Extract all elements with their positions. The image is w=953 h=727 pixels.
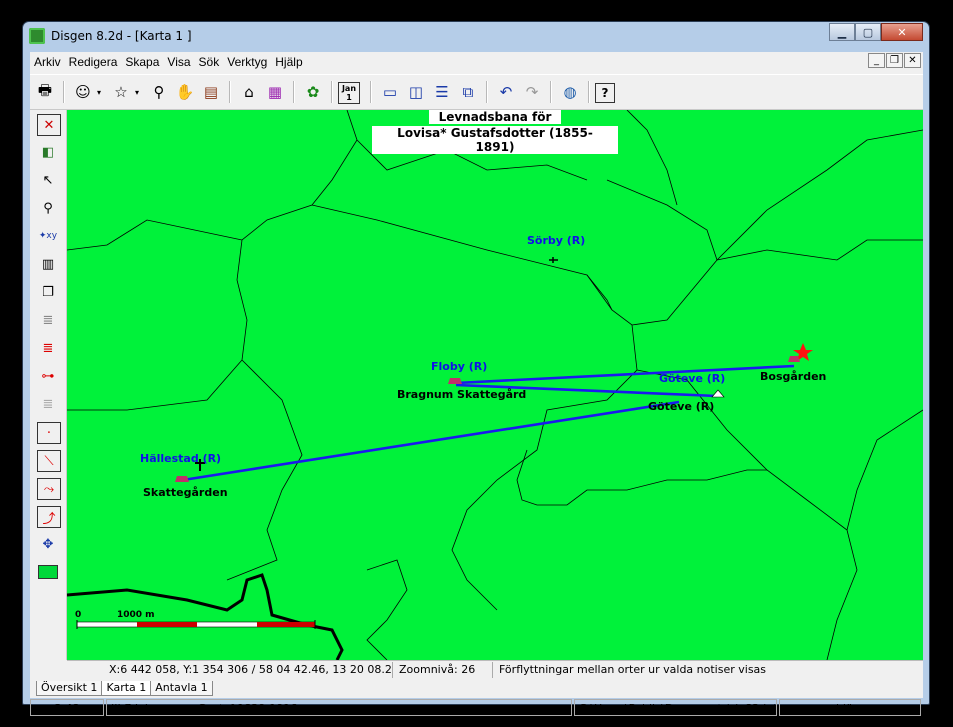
route-icon[interactable]: ⤳: [37, 478, 61, 500]
maximize-button[interactable]: ▢: [855, 23, 881, 41]
window-tabs: Översikt 1 Karta 1 Antavla 1: [30, 680, 923, 696]
ruler-icon[interactable]: ▥: [37, 254, 59, 274]
status-current-person: III:7 Johansson, Gustaf 1829-1916: [106, 699, 572, 716]
place-label-skattegarden[interactable]: Skattegården: [143, 486, 228, 499]
toolbar: 🖶 ☺ ▾ ☆ ▾ ⚲ ✋ ▤ ⌂ ▦ ✿ Jan 1 ▭ ◫ ☰ ⧉ ↶ ↷ ◍: [30, 74, 923, 110]
place-label-sorby[interactable]: Sörby (R): [527, 234, 585, 247]
star-person-icon[interactable]: ☆: [108, 80, 134, 104]
pointer-icon[interactable]: ↖: [37, 170, 59, 190]
close-map-icon[interactable]: ✕: [37, 114, 61, 136]
place-label-bragnum[interactable]: Bragnum Skattegård: [397, 388, 526, 401]
redo-icon[interactable]: ↷: [519, 80, 545, 104]
status-user: björn: [779, 699, 921, 716]
bragnum-house-icon: [448, 378, 462, 384]
layout-rows-icon[interactable]: ☰: [429, 80, 455, 104]
tab-karta[interactable]: Karta 1: [101, 681, 152, 696]
list-disabled-icon[interactable]: ≣: [37, 394, 59, 414]
calendar-icon[interactable]: Jan 1: [338, 82, 360, 104]
layout-columns-icon[interactable]: ◫: [403, 80, 429, 104]
place-label-goteve-parish[interactable]: Göteve (R): [659, 372, 725, 385]
map-title-line2: Lovisa* Gustafsdotter (1855-1891): [372, 126, 618, 154]
book-icon[interactable]: ▤: [198, 80, 224, 104]
list-gray-icon[interactable]: ≣: [37, 310, 59, 330]
status-data-path: C:\Users\Public\Documents\dg82data_kk: [574, 699, 777, 716]
move-icon[interactable]: ✥: [37, 534, 59, 554]
mdi-restore-button[interactable]: ❐: [886, 53, 903, 68]
coordinates-readout: X:6 442 058, Y:1 354 306 / 58 04 42.46, …: [103, 662, 393, 678]
application-window: Disgen 8.2d - [Karta 1 ] ▁ ▢ ✕ Arkiv Red…: [22, 21, 930, 716]
window-title: Disgen 8.2d - [Karta 1 ]: [51, 29, 192, 43]
menu-sok[interactable]: Sök: [195, 55, 224, 69]
tree-icon[interactable]: ⊶: [37, 366, 59, 386]
title-bar[interactable]: Disgen 8.2d - [Karta 1 ] ▁ ▢ ✕: [23, 22, 929, 52]
left-toolbar: ✕ ◧ ↖ ⚲ ✦xy ▥ ❐ ≣ ≣ ⊶ ≣ · ⟍ ⤳ ⤴ ✥: [30, 110, 67, 660]
point-icon[interactable]: ·: [37, 422, 61, 444]
home-icon[interactable]: ⌂: [236, 80, 262, 104]
place-label-bosgarden[interactable]: Bosgården: [760, 370, 826, 383]
bosgarden-house-icon: [788, 356, 800, 362]
zoom-level: Zoomnivå: 26: [393, 662, 493, 678]
undo-icon[interactable]: ↶: [493, 80, 519, 104]
zoom-icon[interactable]: ⚲: [37, 198, 59, 218]
skattegarden-house-icon: [175, 476, 189, 482]
map-icon[interactable]: ✿: [300, 80, 326, 104]
parish-boundaries: [67, 110, 923, 660]
menu-skapa[interactable]: Skapa: [121, 55, 163, 69]
globe-icon[interactable]: ◍: [557, 80, 583, 104]
binoculars-icon[interactable]: ⚲: [146, 80, 172, 104]
line-icon[interactable]: ⟍: [37, 450, 61, 472]
star-dropdown-icon[interactable]: ▾: [132, 80, 142, 104]
minimize-button[interactable]: ▁: [829, 23, 855, 41]
list-red-icon[interactable]: ≣: [37, 338, 59, 358]
place-label-hallestad[interactable]: Hällestad (R): [140, 452, 221, 465]
path-icon[interactable]: ⤴: [37, 506, 61, 528]
person-dropdown-icon[interactable]: ▾: [94, 80, 104, 104]
tab-oversikt[interactable]: Översikt 1: [36, 681, 103, 696]
layout-single-icon[interactable]: ▭: [377, 80, 403, 104]
print-icon[interactable]: 🖶: [32, 80, 58, 104]
tab-antavla[interactable]: Antavla 1: [150, 681, 213, 696]
map-status-message: Förflyttningar mellan orter ur valda not…: [499, 663, 767, 676]
menu-redigera[interactable]: Redigera: [65, 55, 122, 69]
place-label-goteve[interactable]: Göteve (R): [648, 400, 714, 413]
handshake-icon[interactable]: ✋: [172, 80, 198, 104]
layers-icon[interactable]: ◧: [37, 142, 59, 162]
mdi-minimize-button[interactable]: _: [868, 53, 885, 68]
coordinates-icon[interactable]: ✦xy: [37, 226, 59, 246]
menu-verktyg[interactable]: Verktyg: [223, 55, 271, 69]
map-graphics: [67, 110, 923, 660]
map-status-bar: X:6 442 058, Y:1 354 306 / 58 04 42.46, …: [67, 660, 923, 679]
layout-cascade-icon[interactable]: ⧉: [455, 80, 481, 104]
help-icon[interactable]: ?: [595, 83, 615, 103]
client-area: Arkiv Redigera Skapa Visa Sök Verktyg Hj…: [30, 52, 923, 716]
county-border: [67, 573, 344, 660]
menu-bar: Arkiv Redigera Skapa Visa Sök Verktyg Hj…: [30, 52, 923, 72]
main-status-bar: 2:48 III:7 Johansson, Gustaf 1829-1916 C…: [30, 698, 923, 718]
map-book-icon[interactable]: ▦: [262, 80, 288, 104]
map-canvas[interactable]: Levnadsbana för Lovisa* Gustafsdotter (1…: [67, 110, 923, 660]
scale-distance-label: 1000 m: [117, 610, 155, 620]
scale-bar: [76, 620, 316, 629]
menu-visa[interactable]: Visa: [163, 55, 194, 69]
copy-icon[interactable]: ❐: [37, 282, 59, 302]
menu-hjalp[interactable]: Hjälp: [271, 55, 306, 69]
menu-arkiv[interactable]: Arkiv: [30, 55, 65, 69]
scale-zero-label: 0: [75, 610, 82, 620]
status-time: 2:48: [30, 699, 104, 716]
land-color-icon[interactable]: [37, 562, 59, 582]
place-label-floby[interactable]: Floby (R): [431, 360, 487, 373]
person-icon[interactable]: ☺: [70, 80, 96, 104]
close-button[interactable]: ✕: [881, 23, 923, 41]
goteve-house-icon: [711, 389, 725, 398]
disgen-app-icon[interactable]: [29, 28, 45, 44]
mdi-close-button[interactable]: ✕: [904, 53, 921, 68]
map-title-line1: Levnadsbana för: [429, 110, 561, 124]
